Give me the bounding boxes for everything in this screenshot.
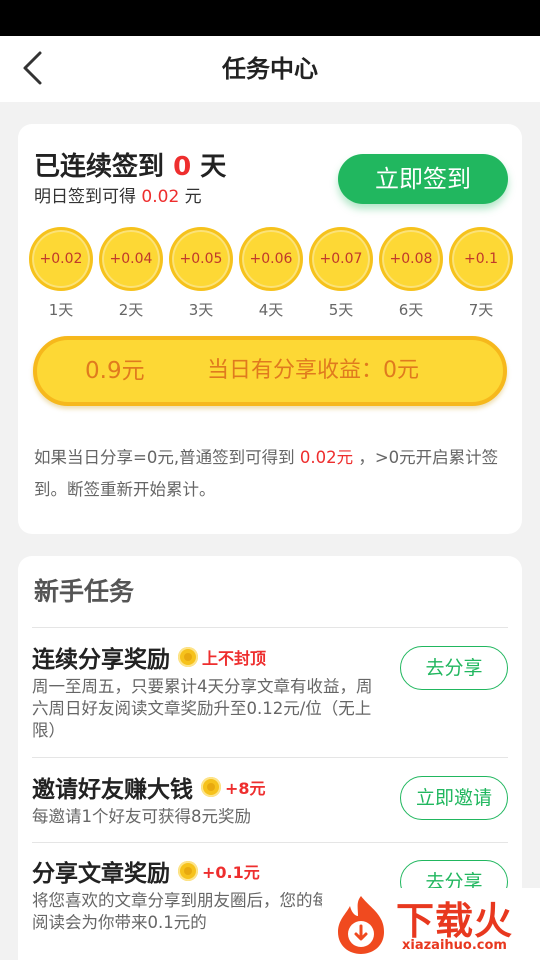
- reward-coin-day-5: +0.07: [309, 227, 373, 291]
- signin-card: 已连续签到 0 天 明日签到可得 0.02 元 立即签到 +0.02 1天 +0…: [18, 124, 522, 534]
- app-header: 任务中心: [0, 36, 540, 102]
- status-bar: [0, 0, 540, 36]
- task-title-row: 分享文章奖励 +0.1元: [32, 856, 260, 887]
- rule-text-part1: 如果当日分享=0元,普通签到可得到: [34, 448, 295, 467]
- task-title-row: 连续分享奖励 上不封顶: [32, 642, 267, 673]
- coin-icon: [178, 647, 198, 667]
- reward-day-label: 5天: [328, 301, 354, 319]
- tomorrow-reward: 明日签到可得 0.02 元: [34, 182, 202, 207]
- task-description: 每邀请1个好友可获得8元奖励: [32, 807, 251, 826]
- tomorrow-prefix: 明日签到可得: [34, 187, 136, 207]
- section-title: 新手任务: [34, 577, 135, 606]
- bonus-amount: 0.9元: [85, 358, 145, 384]
- reward-coin-day-7: +0.1: [449, 227, 513, 291]
- bonus-label: 当日有分享收益：0元: [207, 358, 419, 383]
- share-bonus-bar: 0.9元 当日有分享收益：0元: [33, 336, 507, 406]
- reward-coin-day-4: +0.06: [239, 227, 303, 291]
- streak-days: 0: [173, 152, 192, 182]
- reward-coin-day-1: +0.02: [29, 227, 93, 291]
- task-reward-tag: +0.1元: [202, 863, 260, 882]
- task-title: 邀请好友赚大钱: [32, 777, 193, 803]
- task-description: 周一至周五，只要累计4天分享文章有收益，周六周日好友阅读文章奖励升至0.12元/…: [32, 677, 373, 740]
- flame-logo-icon: [338, 896, 384, 954]
- coin-icon: [178, 861, 198, 881]
- reward-coin-day-6: +0.08: [379, 227, 443, 291]
- task-title: 连续分享奖励: [32, 647, 170, 673]
- chevron-left-icon: [23, 51, 42, 85]
- task-title-row: 邀请好友赚大钱 +8元: [32, 772, 266, 803]
- task-title: 分享文章奖励: [32, 861, 170, 887]
- reward-day-label: 2天: [118, 301, 144, 319]
- go-share-button[interactable]: 去分享: [400, 646, 508, 690]
- reward-day-label: 3天: [188, 301, 214, 319]
- divider: [32, 757, 508, 758]
- signin-button[interactable]: 立即签到: [338, 154, 508, 204]
- signin-rules: 如果当日分享=0元,普通签到可得到 0.02元 ，>0元开启累计签到。断签重新开…: [34, 442, 510, 506]
- reward-day-label: 7天: [468, 301, 494, 319]
- rule-amount: 0.02元: [299, 448, 354, 467]
- invite-now-button[interactable]: 立即邀请: [400, 776, 508, 820]
- watermark-logo: 下载火 xiazaihuo.com: [322, 888, 540, 960]
- reward-coin-day-2: +0.04: [99, 227, 163, 291]
- daily-reward-row: +0.02 1天 +0.04 2天 +0.05 3天 +0.06 4天 +0.0…: [29, 227, 515, 319]
- streak-prefix: 已连续签到: [34, 152, 165, 182]
- tomorrow-unit: 元: [184, 187, 202, 207]
- task-item: 邀请好友赚大钱 +8元 每邀请1个好友可获得8元奖励 立即邀请: [32, 772, 508, 842]
- reward-day-label: 6天: [398, 301, 424, 319]
- watermark-site: xiazaihuo.com: [402, 938, 507, 953]
- tomorrow-amount: 0.02: [141, 187, 180, 207]
- page-title: 任务中心: [222, 55, 318, 83]
- divider: [32, 627, 508, 628]
- task-reward-tag: 上不封顶: [202, 649, 267, 668]
- reward-day-label: 1天: [48, 301, 74, 319]
- coin-icon: [201, 777, 221, 797]
- task-reward-tag: +8元: [225, 779, 266, 798]
- reward-coin-day-3: +0.05: [169, 227, 233, 291]
- watermark-brand: 下载火: [396, 899, 514, 943]
- task-item: 连续分享奖励 上不封顶 周一至周五，只要累计4天分享文章有收益，周六周日好友阅读…: [32, 642, 508, 752]
- streak-status: 已连续签到 0 天: [34, 146, 226, 183]
- divider: [32, 842, 508, 843]
- reward-day-label: 4天: [258, 301, 284, 319]
- streak-suffix: 天: [200, 152, 227, 182]
- back-button[interactable]: [10, 46, 54, 90]
